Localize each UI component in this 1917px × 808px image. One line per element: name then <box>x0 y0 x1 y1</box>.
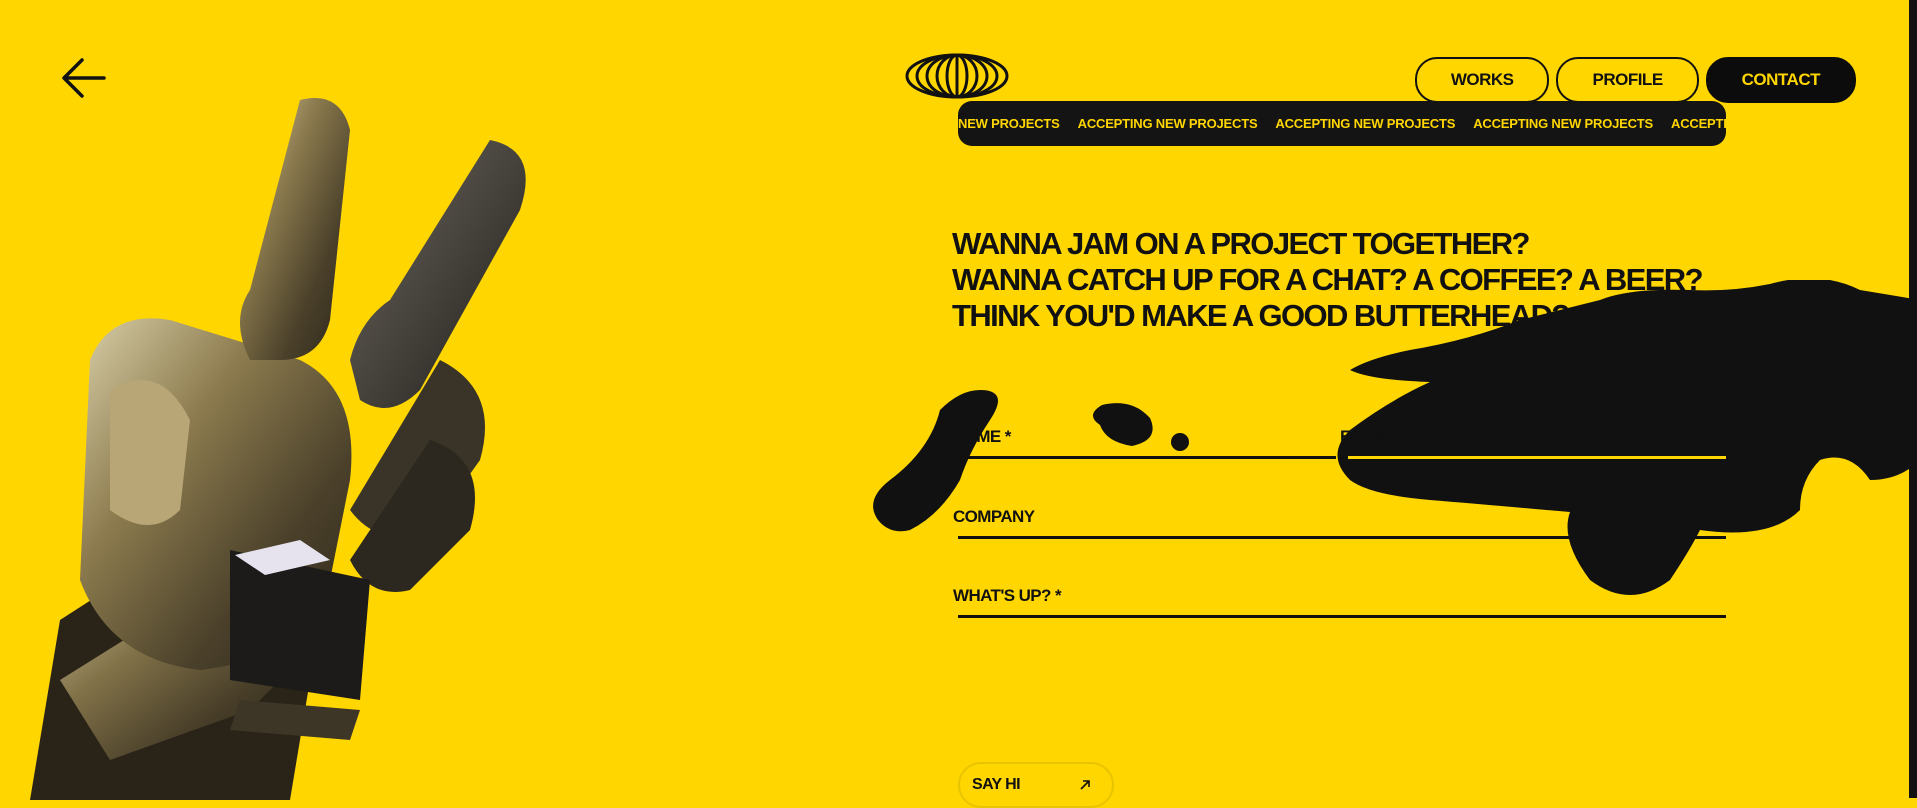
vertical-display-text: TOUCH <box>546 26 580 798</box>
headline-line: WANNA JAM ON A PROJECT TOGETHER? <box>952 226 1530 261</box>
ticker-item: ACCEPTING NEW PROJECTS <box>1473 116 1654 131</box>
ticker-item: ACCEPTING NEW PROJECTS <box>1077 116 1258 131</box>
email-field-underline <box>1348 456 1726 459</box>
main-nav: WORKS PROFILE CONTACT <box>1414 57 1856 103</box>
nav-contact-button[interactable]: CONTACT <box>1705 57 1856 103</box>
message-field[interactable] <box>958 591 1730 615</box>
ticker-item: ACCEPTING NEW PROJECTS <box>1275 116 1456 131</box>
glove-hand-illustration <box>30 98 526 800</box>
message-field-underline <box>958 615 1726 618</box>
headline-line: THINK YOU'D MAKE A GOOD BUTTERHEAD? <box>952 298 1570 333</box>
accepting-projects-ticker: NEW PROJECTS ACCEPTING NEW PROJECTS ACCE… <box>958 101 1726 146</box>
headline-line: WANNA CATCH UP FOR A CHAT? A COFFEE? A B… <box>952 262 1704 297</box>
ticker-item: NEW PROJECTS <box>958 116 1060 131</box>
nav-profile-button[interactable]: PROFILE <box>1556 57 1699 103</box>
arrow-up-right-icon <box>1080 780 1090 790</box>
say-hi-label: SAY HI <box>972 776 1021 793</box>
say-hi-button[interactable]: SAY HI <box>958 762 1114 808</box>
email-field[interactable] <box>1348 432 1730 456</box>
striped-globe-logo[interactable] <box>905 53 1009 99</box>
nav-works-button[interactable]: WORKS <box>1414 57 1550 103</box>
company-field[interactable] <box>958 512 1730 536</box>
ticker-item: ACCEPTING <box>1671 116 1726 131</box>
contact-headline: WANNA JAM ON A PROJECT TOGETHER? WANNA C… <box>952 226 1752 334</box>
name-field[interactable] <box>958 432 1334 456</box>
